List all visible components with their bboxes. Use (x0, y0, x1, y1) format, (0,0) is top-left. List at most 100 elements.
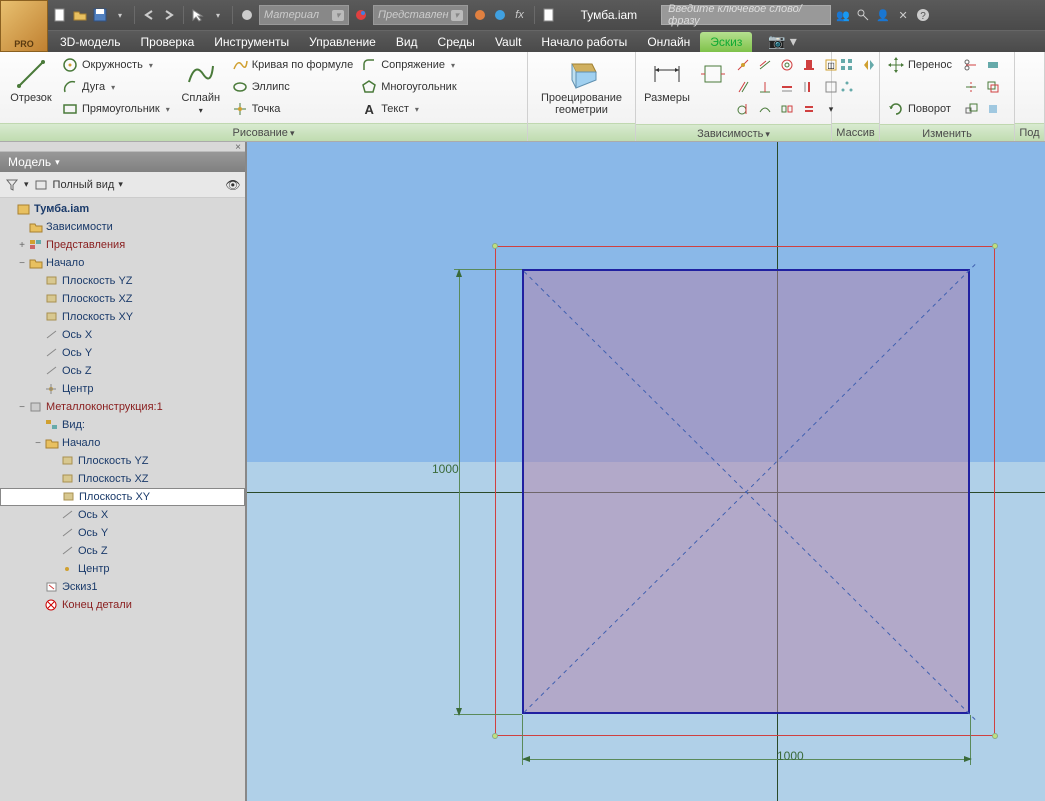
pattern4-icon[interactable] (860, 78, 878, 96)
find-icon[interactable]: 👁 (225, 177, 241, 193)
plane-handle[interactable] (992, 243, 998, 249)
material-icon[interactable] (239, 7, 255, 23)
offset-icon[interactable] (984, 78, 1002, 96)
circ-pattern-icon[interactable] (838, 78, 856, 96)
sign-in-icon[interactable]: 👤 (875, 7, 891, 23)
split-icon[interactable] (962, 78, 980, 96)
tree-origin2[interactable]: −Начало (0, 434, 245, 452)
tree-eop[interactable]: Конец детали (0, 596, 245, 614)
formula-curve-button[interactable]: Кривая по формуле (228, 54, 357, 76)
tree-center[interactable]: Центр (0, 380, 245, 398)
menu-view[interactable]: Вид (386, 32, 428, 52)
open-icon[interactable] (72, 7, 88, 23)
spline-button[interactable]: Сплайн▾ (174, 54, 228, 121)
redo-icon[interactable] (161, 7, 177, 23)
tree-sketch[interactable]: Эскиз1 (0, 578, 245, 596)
project-geom-button[interactable]: Проецированиегеометрии (535, 54, 628, 121)
ellipse-button[interactable]: Эллипс (228, 76, 357, 98)
panel-draw-title[interactable]: Рисование▾ (0, 123, 527, 141)
fx-icon[interactable]: fx (512, 7, 528, 23)
binoculars-icon[interactable]: 👥 (835, 7, 851, 23)
filter-icon[interactable] (4, 177, 20, 193)
panel-modify-title[interactable]: Изменить (880, 124, 1014, 141)
help-icon[interactable]: ? (915, 7, 931, 23)
material-combo[interactable]: Материал (259, 5, 349, 25)
new-icon[interactable] (52, 7, 68, 23)
tree-reps[interactable]: +Представления (0, 236, 245, 254)
tree-plane-xy[interactable]: Плоскость XY (0, 308, 245, 326)
text-button[interactable]: AТекст▾ (357, 98, 460, 120)
smooth-icon[interactable] (756, 100, 774, 118)
rect-button[interactable]: Прямоугольник▾ (58, 98, 174, 120)
horizontal-icon[interactable] (778, 78, 796, 96)
collinear-icon[interactable] (756, 56, 774, 74)
view-mode-icon[interactable] (33, 177, 49, 193)
vertical-icon[interactable] (800, 78, 818, 96)
line-button[interactable]: Отрезок (4, 54, 58, 121)
dropdown-icon[interactable]: ▾ (210, 7, 226, 23)
tree-center-2[interactable]: Центр (0, 560, 245, 578)
coincident-icon[interactable] (734, 56, 752, 74)
extend-icon[interactable] (984, 56, 1002, 74)
tangent-icon[interactable] (734, 100, 752, 118)
undo-icon[interactable] (141, 7, 157, 23)
fix-icon[interactable] (800, 56, 818, 74)
sketch-canvas[interactable]: 1000 1000 (247, 142, 1045, 801)
tree-plane-xy-2-selected[interactable]: Плоскость XY (0, 488, 245, 506)
browser-close-icon[interactable]: × (0, 142, 245, 152)
stretch-icon[interactable] (984, 100, 1002, 118)
rotate-button[interactable]: Поворот (884, 98, 956, 120)
dim-h-value[interactable]: 1000 (777, 749, 804, 763)
tree-plane-xz-2[interactable]: Плоскость XZ (0, 470, 245, 488)
color2-icon[interactable] (492, 7, 508, 23)
menu-start[interactable]: Начало работы (531, 32, 637, 52)
menu-manage[interactable]: Управление (299, 32, 386, 52)
appearance-combo[interactable]: Представлен (373, 5, 468, 25)
tree-plane-yz[interactable]: Плоскость YZ (0, 272, 245, 290)
tree-plane-yz-2[interactable]: Плоскость YZ (0, 452, 245, 470)
full-view-label[interactable]: Полный вид (53, 179, 115, 191)
arc-button[interactable]: Дуга▾ (58, 76, 174, 98)
polygon-button[interactable]: Многоугольник (357, 76, 460, 98)
save-icon[interactable] (92, 7, 108, 23)
plane-handle[interactable] (492, 243, 498, 249)
camera-icon[interactable]: 📷 ▾ (760, 31, 804, 52)
point-button[interactable]: Точка (228, 98, 357, 120)
exchange-icon[interactable]: ✕ (895, 7, 911, 23)
tree-root[interactable]: Тумба.iam (0, 200, 245, 218)
menu-env[interactable]: Среды (428, 32, 485, 52)
select-icon[interactable] (190, 7, 206, 23)
menu-tools[interactable]: Инструменты (204, 32, 299, 52)
color-icon[interactable] (472, 7, 488, 23)
plane-handle[interactable] (992, 733, 998, 739)
plane-handle[interactable] (492, 733, 498, 739)
menu-vault[interactable]: Vault (485, 32, 531, 52)
tree-plane-xz[interactable]: Плоскость XZ (0, 290, 245, 308)
move-button[interactable]: Перенос (884, 54, 956, 76)
tree-axis-x-2[interactable]: Ось X (0, 506, 245, 524)
tree-axis-z[interactable]: Ось Z (0, 362, 245, 380)
menu-check[interactable]: Проверка (131, 32, 205, 52)
search-input[interactable]: Введите ключевое слово/фразу (661, 5, 831, 25)
tree-axis-x[interactable]: Ось X (0, 326, 245, 344)
concentric-icon[interactable] (778, 56, 796, 74)
scale-icon[interactable] (962, 100, 980, 118)
tree-axis-z-2[interactable]: Ось Z (0, 542, 245, 560)
fillet-button[interactable]: Сопряжение▾ (357, 54, 460, 76)
dropdown-icon[interactable]: ▾ (112, 7, 128, 23)
panel-dim-title[interactable]: Зависимость▾ (636, 124, 831, 141)
symmetric-icon[interactable] (778, 100, 796, 118)
tree-metal[interactable]: −Металлоконструкция:1 (0, 398, 245, 416)
rect-pattern-icon[interactable] (838, 56, 856, 74)
parallel-icon[interactable] (734, 78, 752, 96)
tree-deps[interactable]: Зависимости (0, 218, 245, 236)
tree-axis-y[interactable]: Ось Y (0, 344, 245, 362)
dimension-button[interactable]: Размеры (640, 54, 694, 122)
mirror-icon[interactable] (860, 56, 878, 74)
dim-v-value[interactable]: 1000 (432, 462, 459, 476)
menu-online[interactable]: Онлайн (637, 32, 700, 52)
menu-3dmodel[interactable]: 3D-модель (50, 32, 131, 52)
key-icon[interactable] (855, 7, 871, 23)
menu-sketch[interactable]: Эскиз (700, 32, 752, 52)
equal-icon[interactable] (800, 100, 818, 118)
